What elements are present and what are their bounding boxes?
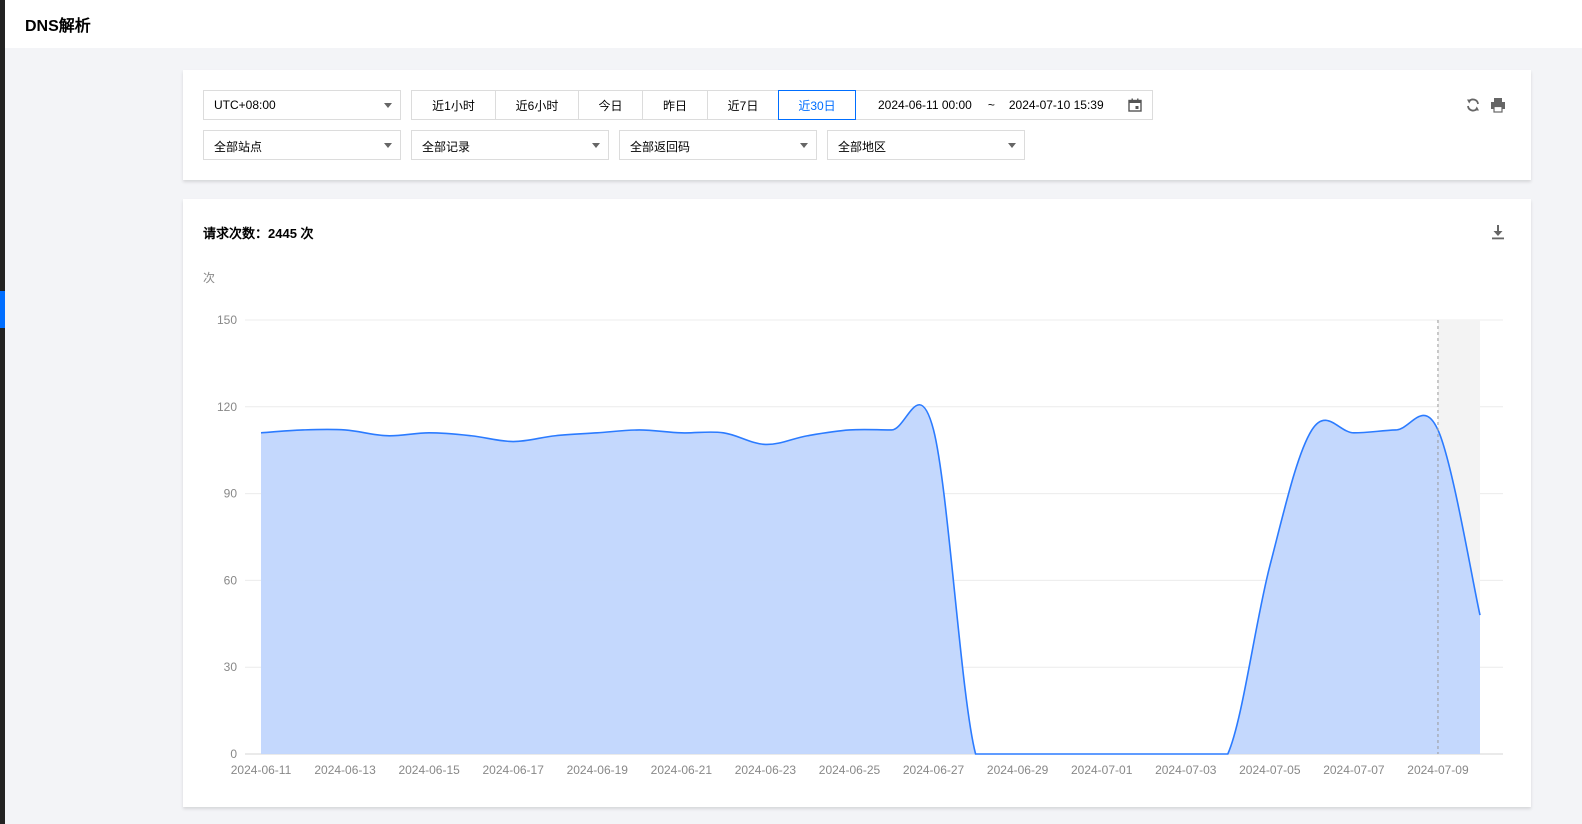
timezone-select[interactable]: UTC+08:00 — [203, 90, 401, 120]
return-code-select[interactable]: 全部返回码 — [619, 130, 817, 160]
request-count-chart: 0 30 60 90 120 150 2024-06-11 2024-06-13 2024-06… — [217, 313, 1503, 777]
print-icon[interactable] — [1489, 96, 1507, 114]
tab-yesterday[interactable]: 昨日 — [643, 91, 708, 119]
tab-last-7d[interactable]: 近7日 — [708, 91, 778, 119]
y-tick-label: 30 — [224, 660, 238, 674]
quick-range-group: 近1小时 近6小时 今日 昨日 近7日 近30日 2024-06-11 00:0… — [411, 90, 1153, 120]
y-tick-label: 60 — [224, 573, 238, 587]
chart-panel: 请求次数：2445 次 次 0 30 60 90 120 150 2024-06-11 202… — [183, 199, 1531, 807]
x-tick-label: 2024-07-07 — [1323, 763, 1385, 777]
date-separator: ~ — [987, 98, 995, 112]
region-select[interactable]: 全部地区 — [827, 130, 1025, 160]
site-select[interactable]: 全部站点 — [203, 130, 401, 160]
date-end: 2024-07-10 15:39 — [1008, 98, 1104, 112]
x-tick-label: 2024-07-01 — [1071, 763, 1133, 777]
timezone-value: UTC+08:00 — [214, 98, 276, 112]
x-tick-label: 2024-07-09 — [1407, 763, 1469, 777]
y-tick-label: 150 — [217, 313, 237, 327]
date-range-picker[interactable]: 2024-06-11 00:00 ~ 2024-07-10 15:39 — [856, 91, 1152, 119]
series-area — [261, 404, 1480, 754]
record-select[interactable]: 全部记录 — [411, 130, 609, 160]
region-value: 全部地区 — [838, 140, 887, 154]
y-tick-label: 120 — [217, 400, 237, 414]
return-code-value: 全部返回码 — [630, 140, 691, 154]
tab-today[interactable]: 今日 — [579, 91, 643, 119]
x-tick-label: 2024-06-29 — [987, 763, 1049, 777]
page-title: DNS解析 — [25, 18, 91, 35]
x-tick-label: 2024-06-21 — [651, 763, 713, 777]
site-value: 全部站点 — [214, 140, 263, 154]
x-tick-label: 2024-06-23 — [735, 763, 797, 777]
x-tick-label: 2024-06-11 — [231, 763, 292, 777]
chevron-down-icon — [592, 143, 600, 148]
tab-last-1h[interactable]: 近1小时 — [412, 91, 496, 119]
record-value: 全部记录 — [422, 140, 471, 154]
tab-last-30d[interactable]: 近30日 — [778, 90, 856, 120]
x-tick-label: 2024-06-15 — [398, 763, 460, 777]
chevron-down-icon — [384, 103, 392, 108]
filter-panel: UTC+08:00 近1小时 近6小时 今日 昨日 近7日 近30日 2024-… — [183, 70, 1531, 180]
x-tick-label: 2024-06-25 — [819, 763, 881, 777]
x-tick-label: 2024-06-13 — [314, 763, 376, 777]
x-tick-label: 2024-07-03 — [1155, 763, 1217, 777]
y-tick-label: 90 — [224, 487, 238, 501]
refresh-icon[interactable] — [1464, 96, 1482, 114]
chevron-down-icon — [384, 143, 392, 148]
tab-last-6h[interactable]: 近6小时 — [496, 91, 579, 119]
top-bar: DNS解析 — [5, 0, 1582, 48]
side-nav-active-marker — [0, 291, 5, 328]
x-tick-label: 2024-06-27 — [903, 763, 965, 777]
calendar-icon[interactable] — [1128, 98, 1142, 112]
side-nav-strip — [0, 0, 5, 824]
x-tick-label: 2024-06-17 — [483, 763, 545, 777]
y-tick-label: 0 — [230, 747, 237, 761]
chevron-down-icon — [1008, 143, 1016, 148]
date-start: 2024-06-11 00:00 — [878, 98, 972, 112]
chevron-down-icon — [800, 143, 808, 148]
x-tick-label: 2024-07-05 — [1239, 763, 1301, 777]
x-tick-label: 2024-06-19 — [567, 763, 629, 777]
